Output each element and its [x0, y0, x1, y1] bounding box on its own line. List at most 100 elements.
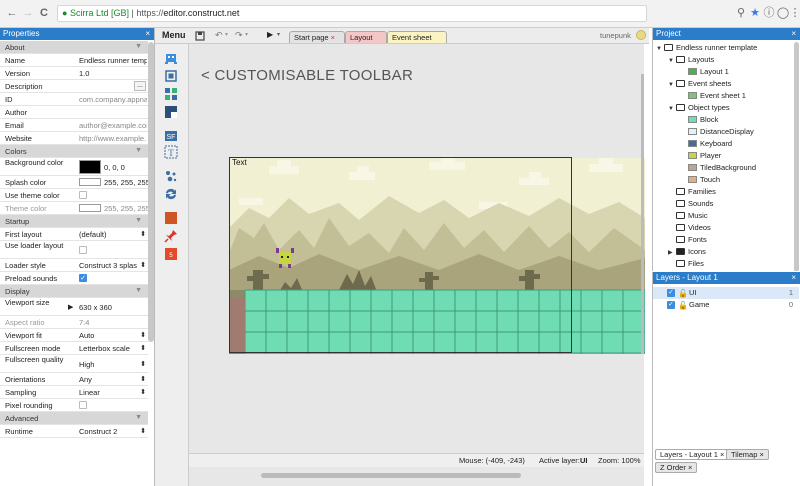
- tree-item[interactable]: DistanceDisplay: [680, 126, 754, 138]
- layer-visible-checkbox[interactable]: ✓: [667, 289, 675, 297]
- avatar[interactable]: [636, 30, 646, 40]
- bookmark-star-icon[interactable]: ★: [748, 6, 762, 20]
- select-arrow-icon[interactable]: ⬍: [140, 230, 146, 238]
- tree-item[interactable]: Families: [668, 186, 716, 198]
- property-select[interactable]: Auto: [79, 331, 147, 340]
- property-value[interactable]: 1.0: [79, 69, 147, 78]
- collapse-icon[interactable]: ▼: [135, 217, 142, 224]
- close-tab-icon[interactable]: ×: [760, 450, 764, 459]
- property-section[interactable]: Advanced ▼: [0, 412, 148, 425]
- more-menu-icon[interactable]: ⋮: [788, 6, 800, 20]
- property-checkbox[interactable]: [79, 401, 87, 409]
- tilemap-tool-icon[interactable]: [164, 105, 178, 119]
- layer-row-ui[interactable]: ✓ 🔓 UI 1: [653, 287, 799, 299]
- property-select[interactable]: Linear: [79, 388, 147, 397]
- expand-arrow-icon[interactable]: ▼: [668, 103, 676, 115]
- property-select[interactable]: Letterbox scale: [79, 344, 147, 353]
- collapse-icon[interactable]: ▼: [135, 147, 142, 154]
- edit-button[interactable]: ...: [134, 81, 146, 91]
- property-checkbox[interactable]: ✓: [79, 274, 87, 282]
- play-dropdown-icon[interactable]: ▾: [277, 31, 280, 38]
- view-vertical-scrollbar[interactable]: [641, 74, 644, 354]
- property-section[interactable]: Startup ▼: [0, 215, 148, 228]
- tree-item[interactable]: Block: [680, 114, 718, 126]
- tab-tilemap[interactable]: Tilemap ×: [726, 449, 769, 460]
- save-icon[interactable]: [195, 31, 205, 41]
- property-select[interactable]: Any: [79, 375, 147, 384]
- info-icon[interactable]: ⓘ: [762, 6, 776, 20]
- property-value[interactable]: 0, 0, 0: [104, 163, 148, 172]
- back-icon[interactable]: ←: [6, 7, 18, 19]
- collapse-icon[interactable]: ▼: [135, 414, 142, 421]
- tree-item[interactable]: ▼ Layouts: [668, 54, 714, 66]
- property-value[interactable]: 7:4: [79, 318, 147, 327]
- select-arrow-icon[interactable]: ⬍: [140, 388, 146, 396]
- tree-item[interactable]: Keyboard: [680, 138, 732, 150]
- close-tab-icon[interactable]: ×: [720, 450, 724, 459]
- tree-item[interactable]: Fonts: [668, 234, 707, 246]
- html-element-tool-icon[interactable]: 5: [164, 247, 178, 261]
- project-scrollbar[interactable]: [794, 42, 799, 271]
- tree-item[interactable]: Videos: [668, 222, 711, 234]
- property-select[interactable]: High: [79, 360, 147, 369]
- property-select[interactable]: Construct 2: [79, 427, 147, 436]
- forward-icon[interactable]: →: [22, 7, 34, 19]
- address-bar[interactable]: ● Scirra Ltd [GB] | https://editor.const…: [57, 5, 647, 22]
- property-value[interactable]: 630 x 360: [79, 303, 147, 312]
- property-section[interactable]: Colors ▼: [0, 145, 148, 158]
- collapse-icon[interactable]: ▼: [135, 287, 142, 294]
- close-tab-icon[interactable]: ×: [331, 33, 335, 42]
- tiledbg-tool-icon[interactable]: [164, 69, 178, 83]
- tree-item[interactable]: TiledBackground: [680, 162, 756, 174]
- select-arrow-icon[interactable]: ⬍: [140, 375, 146, 383]
- expand-arrow-icon[interactable]: ▼: [668, 55, 676, 67]
- property-value[interactable]: Endless runner temp: [79, 56, 147, 65]
- tree-item[interactable]: Event sheet 1: [680, 90, 746, 102]
- tab-layout-1[interactable]: Layout 1×: [345, 31, 387, 53]
- spritefont-tool-icon[interactable]: SF: [164, 129, 178, 143]
- scroll-thumb[interactable]: [261, 473, 521, 478]
- text-object[interactable]: Text: [232, 158, 247, 167]
- redo-dropdown-icon[interactable]: ▾: [245, 31, 248, 38]
- tree-item[interactable]: Layout 1: [680, 66, 729, 78]
- select-arrow-icon[interactable]: ⬍: [140, 261, 146, 269]
- select-arrow-icon[interactable]: ⬍: [140, 331, 146, 339]
- tab-layers[interactable]: Layers - Layout 1 ×: [655, 449, 730, 460]
- sync-tool-icon[interactable]: [164, 187, 178, 201]
- lock-icon[interactable]: 🔓: [678, 300, 688, 312]
- close-tab-icon[interactable]: ×: [688, 463, 692, 472]
- view-horizontal-scrollbar[interactable]: [189, 467, 644, 486]
- particles-tool-icon[interactable]: [164, 169, 178, 183]
- property-checkbox[interactable]: [79, 246, 87, 254]
- tab-z-order[interactable]: Z Order ×: [655, 462, 698, 473]
- property-value[interactable]: 255, 255, 255: [104, 178, 148, 187]
- tree-item[interactable]: Touch: [680, 174, 720, 186]
- tree-item[interactable]: Files: [668, 258, 704, 270]
- select-arrow-icon[interactable]: ⬍: [140, 344, 146, 352]
- close-icon[interactable]: ×: [791, 272, 796, 284]
- pin-tool-icon[interactable]: [164, 229, 178, 243]
- color-swatch[interactable]: [79, 178, 101, 186]
- shape-tool-icon[interactable]: [164, 211, 178, 225]
- collapse-icon[interactable]: ▼: [135, 43, 142, 50]
- tree-item[interactable]: ▶ Icons: [668, 246, 706, 258]
- select-arrow-icon[interactable]: ⬍: [140, 427, 146, 435]
- select-arrow-icon[interactable]: ⬍: [140, 360, 146, 368]
- property-value[interactable]: com.company.appna: [79, 95, 147, 104]
- property-value[interactable]: 255, 255, 255: [104, 204, 148, 213]
- expand-arrow-icon[interactable]: ▼: [656, 43, 664, 55]
- reload-icon[interactable]: C: [38, 7, 50, 19]
- layer-row-game[interactable]: ✓ 🔓 Game 0: [653, 299, 799, 311]
- username[interactable]: tunepunk: [600, 31, 631, 40]
- tree-item[interactable]: ▼ Event sheets: [668, 78, 731, 90]
- play-icon[interactable]: ▶: [267, 30, 273, 39]
- tab-start-page[interactable]: Start page ×: [289, 31, 345, 43]
- layout-view[interactable]: < CUSTOMISABLE TOOLBAR Text: [189, 44, 645, 467]
- property-value[interactable]: http://www.example.: [79, 134, 147, 143]
- key-icon[interactable]: ⚲: [734, 6, 748, 20]
- tree-item[interactable]: Music: [668, 210, 708, 222]
- layer-visible-checkbox[interactable]: ✓: [667, 301, 675, 309]
- undo-icon[interactable]: ↶: [215, 30, 223, 41]
- property-value[interactable]: author@example.cor: [79, 121, 147, 130]
- redo-icon[interactable]: ↷: [235, 30, 243, 41]
